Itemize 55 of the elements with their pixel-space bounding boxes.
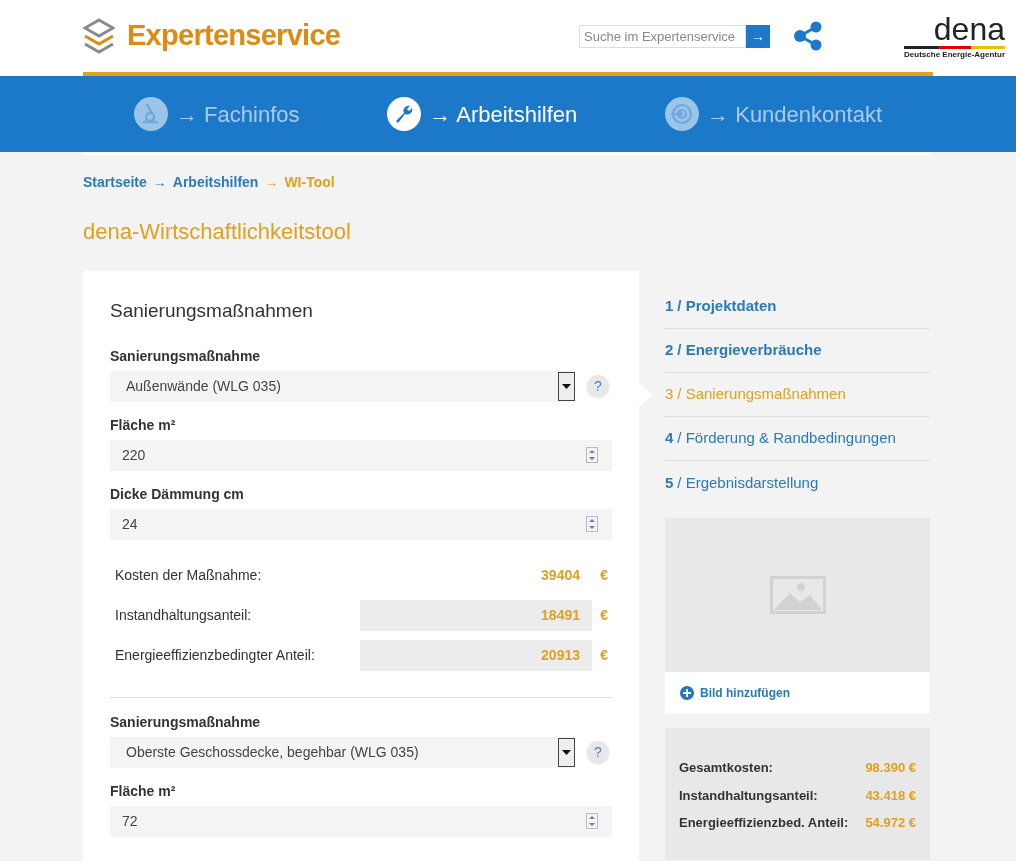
microscope-icon [134,97,168,131]
currency-label: € [599,565,608,585]
add-icon[interactable] [680,686,694,700]
cost-value: 20913 [360,639,592,671]
target-icon [665,97,700,131]
currency-label: € [599,605,608,625]
spinner-icon[interactable] [586,516,598,532]
summary-value: 54.972 € [865,814,916,832]
field-label: Fläche m² [110,415,177,435]
currency-label: € [599,645,608,665]
summary-value: 98.390 € [865,759,916,777]
form-title: Sanierungsmaßnahmen [110,299,314,323]
search-button[interactable]: → [746,24,771,48]
logo-icon [83,18,115,54]
help-button[interactable]: ? [587,741,609,763]
number-field[interactable]: 24 [110,508,612,540]
summary-value: 43.418 € [865,786,916,805]
number-field[interactable]: 220 [110,439,612,471]
wrench-icon [387,97,422,131]
breadcrumb-separator: → [264,173,279,192]
spinner-icon[interactable] [586,447,598,463]
help-button[interactable]: ? [587,375,609,397]
page-title: dena-Wirtschaftlichkeitstool [83,218,352,246]
spinner-icon[interactable] [586,813,598,829]
add-image-link[interactable]: Bild hinzufügen [700,684,790,702]
field-label: Sanierungsmaßnahme [110,346,262,366]
dropdown-icon[interactable] [558,371,575,401]
measure-select[interactable]: Außenwände (WLG 035) [110,370,575,402]
nav-link[interactable]: → Fachinfos [134,97,300,131]
cost-label: Kosten der Maßnahme: [115,565,263,585]
summary-label: Instandhaltungsanteil: [679,786,818,805]
dropdown-icon[interactable] [558,737,575,767]
step-link[interactable]: 2 / Energieverbräuche [665,339,822,362]
number-field[interactable]: 72 [110,805,612,837]
cost-label: Energieeffizienzbedingter Anteil: [115,645,316,665]
summary-label: Gesamtkosten: [679,759,773,777]
dena-subtitle: Deutsche Energie-Agentur [904,51,1005,59]
brand-title: Expertenservice [127,18,341,54]
field-label: Fläche m² [110,781,177,801]
breadcrumb-link[interactable]: Arbeitshilfen [172,172,259,193]
dena-wordmark: dena [933,13,1005,45]
measure-select[interactable]: Oberste Geschossdecke, begehbar (WLG 035) [110,736,575,768]
step-link[interactable]: 5 / Ergebnisdarstellung [665,471,819,495]
cost-value: 18491 [360,599,592,631]
cost-label: Instandhaltungsanteil: [115,605,253,625]
summary-label: Energieeffizienzbed. Anteil: [679,814,849,832]
nav-link[interactable]: → Kundenkontakt [665,97,882,131]
step-link[interactable]: 1 / Projektdaten [665,295,777,318]
search-field[interactable]: Suche im Expertenservice [579,24,747,48]
field-label: Dicke Dämmung cm [110,484,245,504]
breadcrumb-link[interactable]: Startseite [83,172,147,193]
nav-link[interactable]: → Arbeitshilfen [387,97,578,131]
field-label: Sanierungsmaßnahme [110,712,262,732]
breadcrumb-separator: → [152,173,167,192]
step-link[interactable]: 4 / Förderung & Randbedingungen [665,427,896,450]
